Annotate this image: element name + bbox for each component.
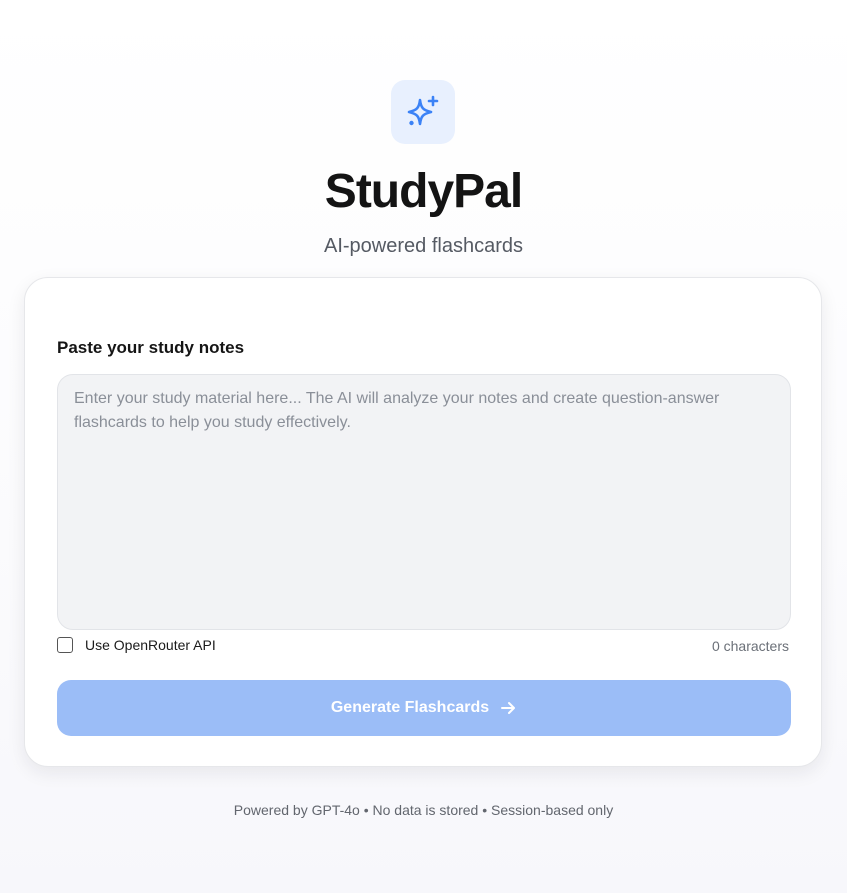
generate-flashcards-button[interactable]: Generate Flashcards bbox=[57, 680, 791, 736]
arrow-right-icon bbox=[499, 699, 517, 717]
character-count: 0 characters bbox=[711, 638, 789, 654]
openrouter-checkbox[interactable] bbox=[57, 637, 73, 653]
sparkles-icon bbox=[403, 92, 443, 132]
app-subtitle: AI-powered flashcards bbox=[324, 235, 523, 257]
study-notes-input[interactable] bbox=[57, 374, 791, 630]
logo-badge bbox=[391, 80, 455, 144]
openrouter-label[interactable]: Use OpenRouter API bbox=[85, 637, 216, 653]
app-title: StudyPal bbox=[324, 165, 523, 218]
notes-card: Paste your study notes Use OpenRouter AP… bbox=[24, 277, 822, 767]
openrouter-option[interactable]: Use OpenRouter API bbox=[57, 637, 216, 653]
notes-label: Paste your study notes bbox=[57, 338, 245, 357]
footer-note: Powered by GPT-4o • No data is stored • … bbox=[233, 802, 614, 818]
generate-button-label: Generate Flashcards bbox=[330, 699, 490, 716]
